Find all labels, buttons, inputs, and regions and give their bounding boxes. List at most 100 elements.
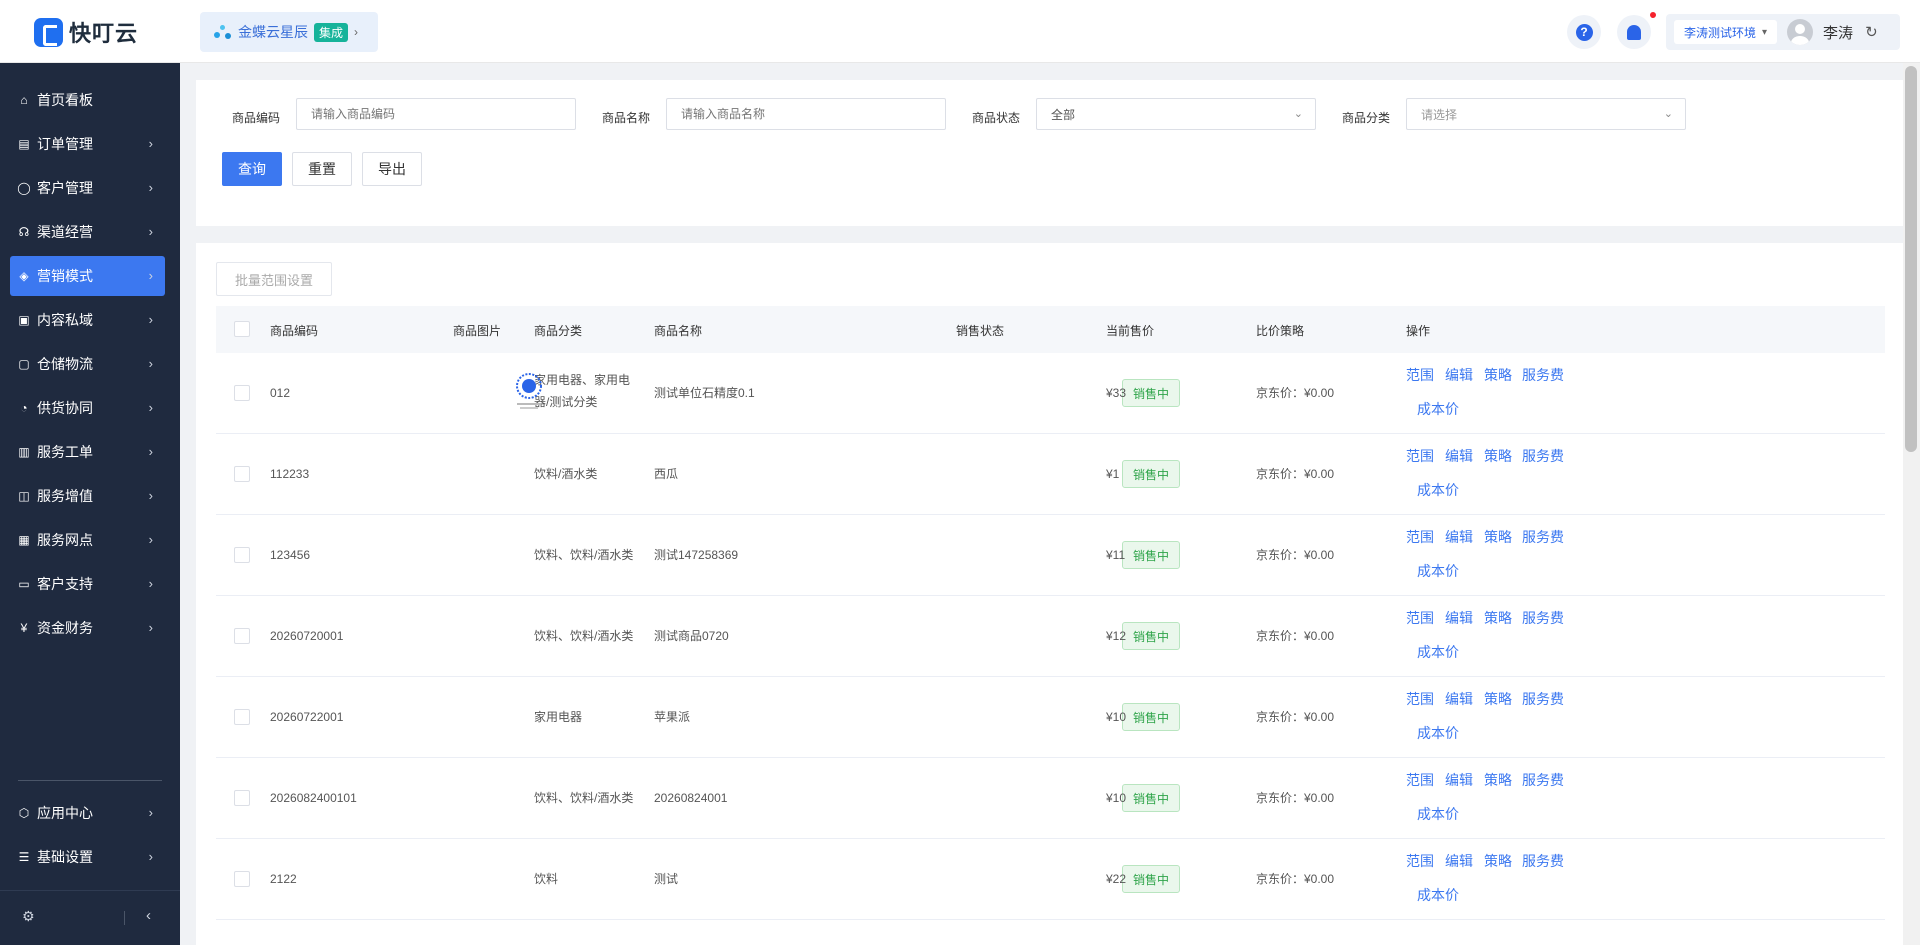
scrollbar-thumb[interactable] <box>1905 66 1917 452</box>
op-link-4[interactable]: 成本价 <box>1417 723 1459 743</box>
product-thumbnail[interactable] <box>514 371 544 411</box>
env-select[interactable]: 李涛测试环境 ▾ <box>1674 20 1778 44</box>
op-link-4[interactable]: 成本价 <box>1417 885 1459 905</box>
collapse-sidebar-icon[interactable]: ‹ <box>146 907 151 924</box>
batch-range-button[interactable]: 批量范围设置 <box>216 262 332 296</box>
row-checkbox[interactable] <box>234 628 250 644</box>
reset-button[interactable]: 重置 <box>292 152 352 186</box>
op-link-1[interactable]: 编辑 <box>1445 365 1473 385</box>
integration-switcher[interactable]: 金蝶云星辰 集成 › <box>200 12 378 52</box>
sidebar-item-label: 内容私域 <box>37 312 93 328</box>
op-link-2[interactable]: 策略 <box>1484 689 1512 709</box>
op-link-0[interactable]: 范围 <box>1406 608 1434 628</box>
sidebar-item-8[interactable]: ▥ 服务工单 › <box>10 432 165 472</box>
op-link-1[interactable]: 编辑 <box>1445 689 1473 709</box>
op-link-1[interactable]: 编辑 <box>1445 851 1473 871</box>
category-select[interactable]: 请选择 ⌄ <box>1406 98 1686 130</box>
sidebar-item-11[interactable]: ▭ 客户支持 › <box>10 564 165 604</box>
op-link-2[interactable]: 策略 <box>1484 446 1512 466</box>
op-link-0[interactable]: 范围 <box>1406 365 1434 385</box>
product-category: 饮料 <box>534 872 559 886</box>
sidebar-item-3[interactable]: ☊ 渠道经营 › <box>10 212 165 252</box>
sidebar-divider <box>18 780 162 781</box>
user-name[interactable]: 李涛 <box>1823 22 1853 43</box>
sidebar-item-1[interactable]: ▤ 订单管理 › <box>10 124 165 164</box>
query-button[interactable]: 查询 <box>222 152 282 186</box>
op-link-0[interactable]: 范围 <box>1406 770 1434 790</box>
op-link-3[interactable]: 服务费 <box>1522 851 1564 871</box>
notification-button[interactable] <box>1617 15 1651 49</box>
op-link-2[interactable]: 策略 <box>1484 608 1512 628</box>
sidebar-item-12[interactable]: ¥ 资金财务 › <box>10 608 165 648</box>
table-row: 2026082400101 饮料、饮料/酒水类 20260824001 销售中 ¥10 京… <box>216 758 1885 839</box>
sidebar-item-2[interactable]: ◯ 客户管理 › <box>10 168 165 208</box>
main-content: 商品编码 商品名称 商品状态 全部 ⌄ 商品分类 请选择 ⌄ 查询 重置 导出 … <box>180 63 1920 945</box>
row-checkbox[interactable] <box>234 709 250 725</box>
sidebar-item-0[interactable]: ⌂ 首页看板 <box>10 80 165 120</box>
price-strategy: 京东价：¥0.00 <box>1256 629 1335 643</box>
op-link-3[interactable]: 服务费 <box>1522 608 1564 628</box>
op-link-1[interactable]: 编辑 <box>1445 527 1473 547</box>
current-price: ¥22 <box>1106 872 1127 886</box>
status-select[interactable]: 全部 ⌄ <box>1036 98 1316 130</box>
refresh-icon[interactable]: ↻ <box>1865 23 1878 41</box>
sidebar-item-5[interactable]: ▣ 内容私域 › <box>10 300 165 340</box>
op-link-2[interactable]: 策略 <box>1484 365 1512 385</box>
op-link-3[interactable]: 服务费 <box>1522 365 1564 385</box>
row-checkbox[interactable] <box>234 385 250 401</box>
code-input[interactable] <box>296 98 576 130</box>
op-link-4[interactable]: 成本价 <box>1417 480 1459 500</box>
op-link-1[interactable]: 编辑 <box>1445 446 1473 466</box>
op-link-0[interactable]: 范围 <box>1406 689 1434 709</box>
gear-icon[interactable]: ⚙ <box>22 908 35 925</box>
sidebar-item-label: 资金财务 <box>37 620 93 636</box>
chevron-right-icon: › <box>148 532 153 547</box>
op-link-2[interactable]: 策略 <box>1484 527 1512 547</box>
current-price: ¥33 <box>1106 386 1127 400</box>
op-link-2[interactable]: 策略 <box>1484 770 1512 790</box>
channel-icon: ☊ <box>18 225 30 239</box>
content-icon: ▣ <box>18 313 30 327</box>
sidebar-item-9[interactable]: ◫ 服务增值 › <box>10 476 165 516</box>
row-checkbox[interactable] <box>234 790 250 806</box>
name-input[interactable] <box>666 98 946 130</box>
sidebar-bottom-item-0[interactable]: ⬡ 应用中心 › <box>10 793 165 833</box>
op-link-4[interactable]: 成本价 <box>1417 642 1459 662</box>
op-link-4[interactable]: 成本价 <box>1417 804 1459 824</box>
logo[interactable]: 快叮云 <box>34 16 138 48</box>
op-link-4[interactable]: 成本价 <box>1417 561 1459 581</box>
current-price: ¥1 <box>1106 467 1120 481</box>
sidebar-item-7[interactable]: ◔ 供货协同 › <box>10 388 165 428</box>
product-name: 20260824001 <box>654 791 728 805</box>
product-code: 012 <box>270 386 291 400</box>
sidebar-bottom-item-1[interactable]: ☰ 基础设置 › <box>10 837 165 877</box>
row-checkbox[interactable] <box>234 547 250 563</box>
op-link-3[interactable]: 服务费 <box>1522 689 1564 709</box>
export-button[interactable]: 导出 <box>362 152 422 186</box>
sidebar-item-10[interactable]: ▦ 服务网点 › <box>10 520 165 560</box>
column-header: 商品编码 <box>270 324 319 338</box>
sidebar-item-label: 首页看板 <box>37 92 93 108</box>
product-name: 测试单位石精度0.1 <box>654 386 755 400</box>
sidebar-item-4[interactable]: ◈ 营销模式 › <box>10 256 165 296</box>
help-button[interactable]: ? <box>1567 15 1601 49</box>
select-all-checkbox[interactable] <box>234 321 250 337</box>
op-link-4[interactable]: 成本价 <box>1417 399 1459 419</box>
sidebar-item-6[interactable]: ▢ 仓储物流 › <box>10 344 165 384</box>
finance-icon: ¥ <box>20 621 28 635</box>
footer-separator <box>124 911 125 925</box>
avatar[interactable] <box>1787 19 1814 45</box>
chevron-right-icon: › <box>148 444 153 459</box>
sidebar-bottom-nav: ⬡ 应用中心 › ☰ 基础设置 › <box>10 793 165 881</box>
op-link-0[interactable]: 范围 <box>1406 851 1434 871</box>
op-link-1[interactable]: 编辑 <box>1445 608 1473 628</box>
op-link-2[interactable]: 策略 <box>1484 851 1512 871</box>
op-link-1[interactable]: 编辑 <box>1445 770 1473 790</box>
op-link-3[interactable]: 服务费 <box>1522 770 1564 790</box>
op-link-0[interactable]: 范围 <box>1406 527 1434 547</box>
op-link-0[interactable]: 范围 <box>1406 446 1434 466</box>
row-checkbox[interactable] <box>234 466 250 482</box>
row-checkbox[interactable] <box>234 871 250 887</box>
op-link-3[interactable]: 服务费 <box>1522 527 1564 547</box>
op-link-3[interactable]: 服务费 <box>1522 446 1564 466</box>
